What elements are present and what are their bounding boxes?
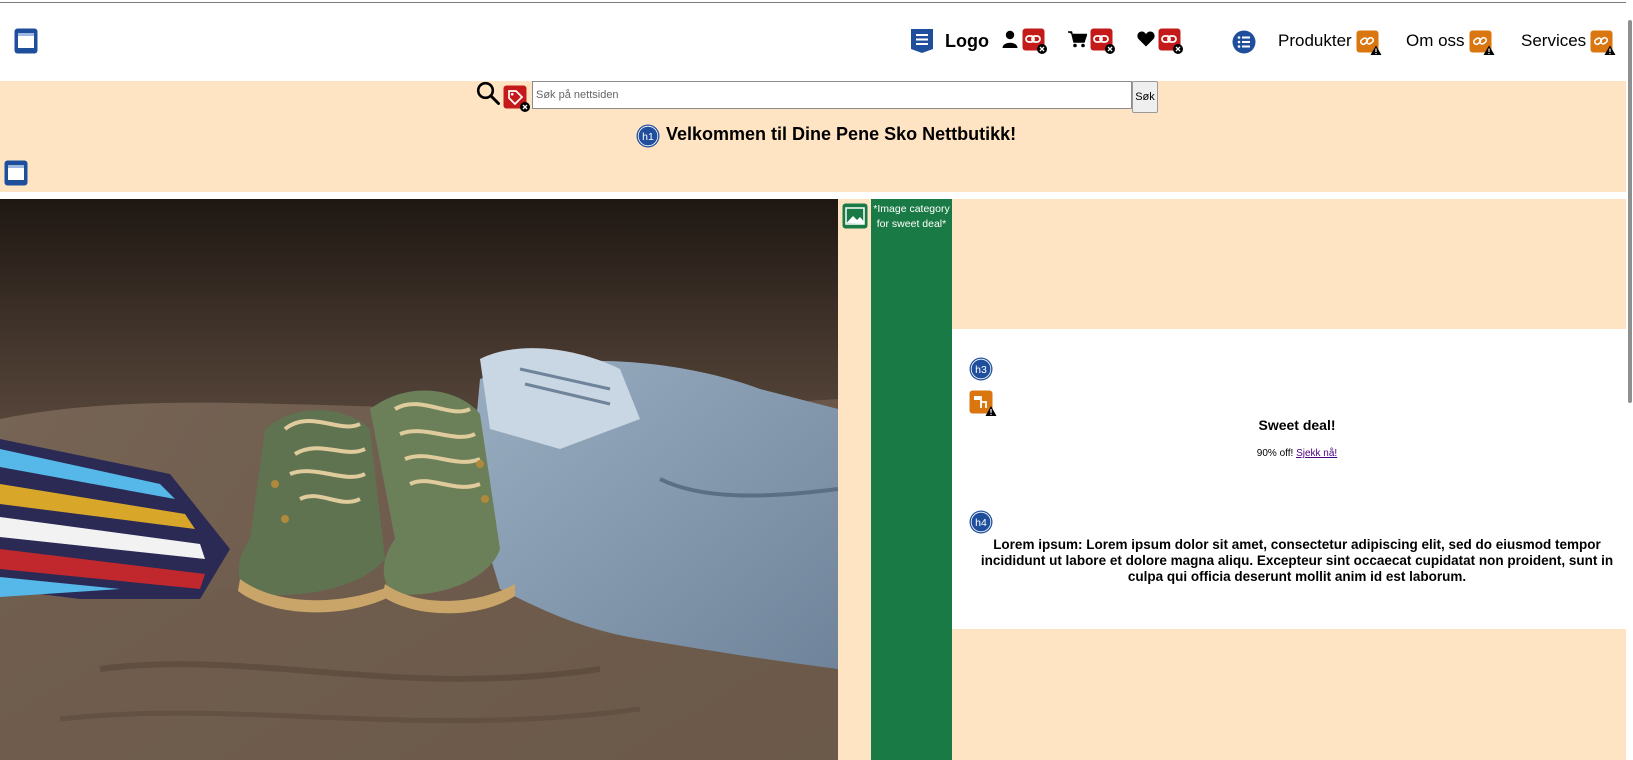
heart-icon[interactable] [1137, 31, 1155, 47]
baby-shoes-photo [0, 199, 838, 760]
broken-link-icon [1022, 28, 1047, 54]
nav-landmark-icon [911, 29, 933, 53]
nav-link-services[interactable]: Services [1521, 31, 1586, 51]
deal-top-padding [952, 199, 1633, 329]
search-input[interactable] [532, 81, 1132, 109]
user-icon[interactable] [1002, 30, 1018, 48]
h3-heading-icon: h3 [969, 357, 993, 381]
svg-text:h1: h1 [642, 131, 654, 143]
site-header [0, 3, 1633, 81]
link-warning-icon [1469, 30, 1495, 55]
scrollbar-thumb[interactable] [1628, 20, 1632, 403]
search-button[interactable]: Søk [1132, 81, 1158, 113]
image-alt-panel [871, 199, 952, 760]
missing-label-icon [503, 85, 530, 112]
search-icon[interactable] [476, 81, 500, 105]
header-landmark-icon [14, 28, 38, 54]
section-divider [0, 192, 1633, 199]
link-warning-icon [1356, 30, 1382, 55]
deal-link[interactable]: Sjekk nå! [1296, 448, 1337, 459]
nav-link-produkter[interactable]: Produkter [1278, 31, 1352, 51]
deal-title: Sweet deal! [1258, 417, 1336, 433]
cart-icon[interactable] [1068, 31, 1087, 48]
deal-offer-text: 90% off! [1256, 448, 1297, 459]
main-landmark-icon [4, 160, 28, 186]
nav-link-om-oss[interactable]: Om oss [1406, 31, 1465, 51]
link-warning-icon [1590, 30, 1616, 55]
svg-text:h3: h3 [975, 364, 987, 376]
lorem-heading: Lorem ipsum: Lorem ipsum dolor sit amet,… [980, 537, 1614, 584]
hero-image [0, 199, 838, 760]
h4-heading-icon: h4 [969, 510, 993, 534]
image-gutter [838, 199, 871, 760]
h1-heading-icon: h1 [636, 124, 660, 148]
broken-link-icon [1090, 28, 1115, 54]
list-icon [1232, 30, 1256, 54]
welcome-heading: Velkommen til Dine Pene Sko Nettbutikk! [666, 124, 1017, 144]
logo-text[interactable]: Logo [945, 31, 989, 52]
image-icon [842, 203, 868, 229]
deal-bottom-padding [952, 629, 1633, 760]
skipped-heading-warning-icon [969, 390, 997, 416]
image-alt-text: *Image category for sweet deal* [873, 203, 950, 230]
broken-link-icon [1158, 28, 1183, 54]
svg-text:h4: h4 [975, 517, 987, 529]
deal-offer-line: 90% off! Sjekk nå! [952, 448, 1633, 459]
